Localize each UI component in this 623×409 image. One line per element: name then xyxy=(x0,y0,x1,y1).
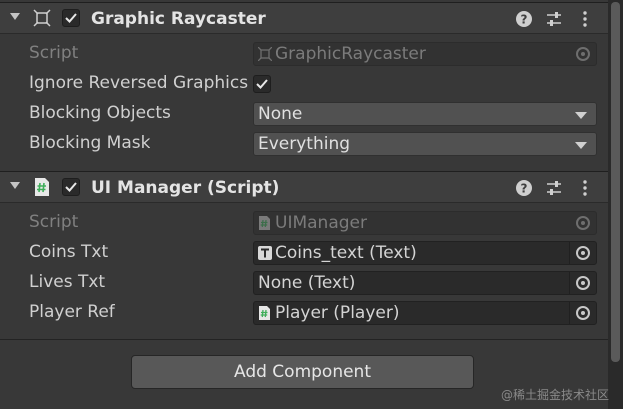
csharp-script-icon xyxy=(259,306,270,320)
player-ref-label: Player Ref xyxy=(29,302,115,322)
object-picker-icon[interactable] xyxy=(569,302,596,324)
foldout-arrow-icon[interactable] xyxy=(10,13,20,20)
coins-txt-label: Coins Txt xyxy=(29,242,109,262)
dropdown-arrow-icon xyxy=(575,112,587,119)
inspector-panel: Graphic Raycaster ? Script GraphicRaycas… xyxy=(0,0,608,409)
rect-transform-icon xyxy=(33,9,51,27)
watermark: @稀土掘金技术社区 xyxy=(500,388,609,402)
object-picker-icon xyxy=(570,43,596,65)
svg-text:?: ? xyxy=(521,182,528,196)
ui-manager-header[interactable]: UI Manager (Script) ? xyxy=(0,171,608,203)
blocking-objects-value: None xyxy=(258,104,303,124)
object-picker-icon[interactable] xyxy=(569,272,596,294)
script-value: GraphicRaycaster xyxy=(275,44,426,64)
script-field: GraphicRaycaster xyxy=(253,42,597,66)
more-options-icon[interactable] xyxy=(576,179,594,197)
lives-txt-field[interactable]: None (Text) xyxy=(253,271,597,295)
lives-txt-value: None (Text) xyxy=(258,273,356,293)
svg-text:?: ? xyxy=(521,13,528,27)
blocking-mask-dropdown[interactable]: Everything xyxy=(253,132,597,156)
help-icon[interactable]: ? xyxy=(515,10,533,28)
presets-icon[interactable] xyxy=(545,10,563,28)
component-enabled-checkbox[interactable] xyxy=(62,178,80,196)
scrollbar-thumb[interactable] xyxy=(611,2,620,362)
csharp-script-icon xyxy=(35,178,49,196)
dropdown-arrow-icon xyxy=(575,142,587,149)
component-enabled-checkbox[interactable] xyxy=(62,9,80,27)
coins-txt-field[interactable]: Coins_text (Text) xyxy=(253,241,597,265)
script-label: Script xyxy=(29,43,79,63)
presets-icon[interactable] xyxy=(545,179,563,197)
lives-txt-label: Lives Txt xyxy=(29,272,106,292)
script-value: UIManager xyxy=(275,213,367,233)
vertical-scrollbar[interactable] xyxy=(608,0,623,409)
component-title: Graphic Raycaster xyxy=(91,9,266,29)
component-separator xyxy=(0,339,608,340)
help-icon[interactable]: ? xyxy=(515,179,533,197)
object-picker-icon xyxy=(570,212,596,234)
add-component-button[interactable]: Add Component xyxy=(131,355,474,389)
script-label: Script xyxy=(29,212,79,232)
coins-txt-value: Coins_text (Text) xyxy=(275,243,417,263)
rect-transform-icon xyxy=(258,47,272,61)
blocking-mask-label: Blocking Mask xyxy=(29,133,151,153)
ignore-reversed-graphics-label: Ignore Reversed Graphics xyxy=(29,73,249,93)
object-picker-icon[interactable] xyxy=(569,242,596,264)
ignore-reversed-graphics-checkbox[interactable] xyxy=(253,75,271,93)
text-component-icon xyxy=(258,246,272,260)
graphic-raycaster-header[interactable]: Graphic Raycaster ? xyxy=(0,2,608,34)
player-ref-field[interactable]: Player (Player) xyxy=(253,301,597,325)
blocking-objects-label: Blocking Objects xyxy=(29,103,171,123)
component-title: UI Manager (Script) xyxy=(91,178,280,198)
blocking-objects-dropdown[interactable]: None xyxy=(253,102,597,126)
csharp-script-icon xyxy=(259,216,270,230)
player-ref-value: Player (Player) xyxy=(275,303,400,323)
more-options-icon[interactable] xyxy=(576,10,594,28)
blocking-mask-value: Everything xyxy=(258,134,351,154)
foldout-arrow-icon[interactable] xyxy=(10,182,20,189)
script-field: UIManager xyxy=(253,211,597,235)
